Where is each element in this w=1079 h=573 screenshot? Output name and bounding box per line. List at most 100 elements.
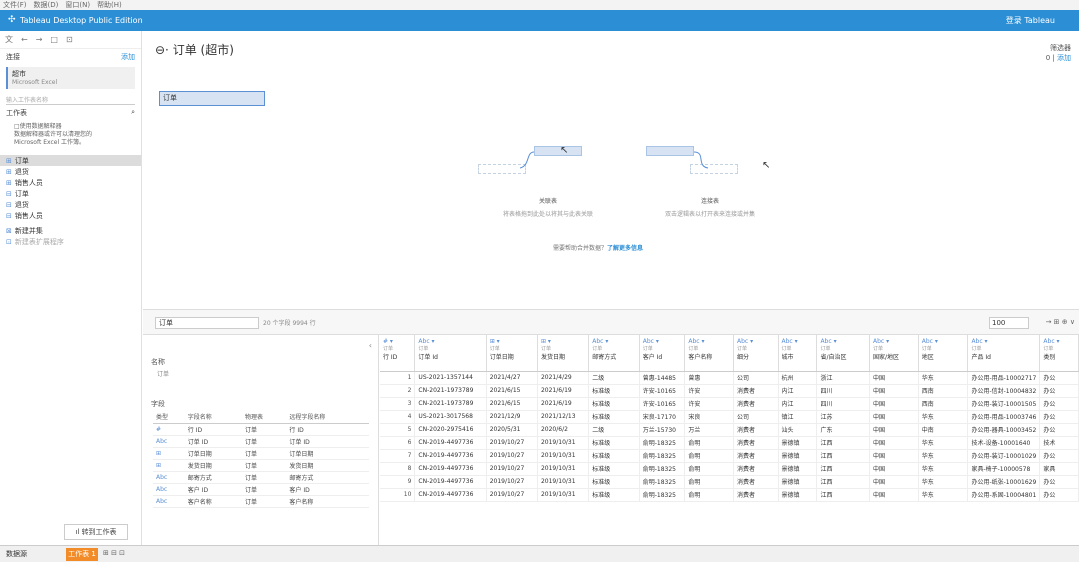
column-type-icon[interactable]: Abc ▾ — [820, 338, 866, 345]
table-select[interactable]: 订单 — [155, 317, 259, 329]
rows-input[interactable]: 100 — [989, 317, 1029, 329]
grid-column-header[interactable]: Abc ▾ 订单 客户 Id — [639, 335, 686, 372]
metadata-pane: ‹ 名称 订单 字段 类型 字段名称 物理表 远程字段名称 # 行 ID 订单行 ID Ab… — [143, 335, 379, 545]
field-cell: 订单日期 — [286, 447, 369, 460]
connection-item[interactable]: 超市 Microsoft Excel — [6, 67, 135, 89]
column-type-icon[interactable]: ⊞ ▾ — [490, 338, 534, 345]
menu-item[interactable]: 帮助(H) — [97, 1, 122, 9]
column-type-icon[interactable]: Abc ▾ — [922, 338, 965, 345]
fields-column-header[interactable]: 字段名称 — [184, 411, 242, 424]
field-row[interactable]: Abc 客户名称 订单 客户名称 — [153, 495, 369, 508]
column-type-icon[interactable]: Abc ▾ — [1043, 338, 1075, 345]
grid-column-header[interactable]: Abc ▾ 订单省/自治区 — [816, 335, 870, 372]
grid-column-header[interactable]: Abc ▾ 订单 城市 — [778, 335, 818, 372]
named-range-people[interactable]: ⊟ 销售人员 — [0, 210, 141, 221]
go-to-worksheet-button[interactable]: ıl 转到工作表 — [64, 524, 128, 540]
sheet-item-orders[interactable]: ⊞ 订单 — [0, 155, 141, 166]
grid-column-header[interactable]: ⊞ ▾ 订单 发货日期 — [537, 335, 590, 372]
field-cell: 邮寄方式 — [286, 471, 369, 484]
grid-column-header[interactable]: Abc ▾ 订单 产品 Id — [967, 335, 1041, 372]
named-range-orders[interactable]: ⊟ 订单 — [0, 188, 141, 199]
fields-column-header[interactable]: 类型 — [153, 411, 185, 424]
data-source-tab[interactable]: 数据源 — [6, 549, 27, 559]
field-type-icon[interactable]: Abc — [153, 483, 185, 496]
grid-column-header[interactable]: Abc ▾ 订单 客户名称 — [684, 335, 734, 372]
field-type-icon[interactable]: ⊞ — [153, 459, 185, 472]
grid-cell: CN-2020-2975416 — [414, 423, 487, 437]
field-row[interactable]: Abc 订单 ID 订单 订单 ID — [153, 435, 369, 448]
field-type-icon[interactable]: Abc — [153, 495, 185, 508]
sheet-item-returns[interactable]: ⊞ 退货 — [0, 166, 141, 177]
grid-column-header[interactable]: Abc ▾ 订单 国家/地区 — [869, 335, 919, 372]
column-type-icon[interactable]: # ▾ — [383, 338, 411, 345]
grid-column-header[interactable]: Abc ▾ 订单 细分 — [733, 335, 779, 372]
grid-cell: 办公 — [1039, 423, 1079, 437]
grid-column-header[interactable]: Abc ▾ 订单 邮寄方式 — [588, 335, 640, 372]
grid-cell: 江苏 — [816, 410, 870, 424]
toolbar-icon[interactable]: → — [36, 35, 43, 44]
grid-column-header[interactable]: Abc ▾ 订单 地区 — [918, 335, 969, 372]
sheet-search-input[interactable]: 输入工作表名称 — [6, 95, 135, 105]
add-connection-button[interactable]: 添加 — [121, 52, 135, 62]
grid-column-header[interactable]: Abc ▾ 订单 类别 — [1039, 335, 1079, 372]
field-row[interactable]: Abc 客户 ID 订单 客户 ID — [153, 483, 369, 496]
toolbar-icon[interactable]: 文 — [5, 35, 13, 44]
field-row[interactable]: ⊞ 订单日期 订单 订单日期 — [153, 447, 369, 460]
sheet-label: 订单 — [14, 190, 29, 198]
column-type-icon[interactable]: ⊞ ▾ — [541, 338, 585, 345]
field-row[interactable]: # 行 ID 订单行 ID — [153, 423, 369, 436]
grid-cell: 俞明-18325 — [639, 462, 686, 476]
field-row[interactable]: ⊞ 发货日期 订单 发货日期 — [153, 459, 369, 472]
grid-cell: 办公用-纸张-10001629 — [967, 475, 1041, 489]
column-name: 省/自治区 — [820, 354, 847, 361]
column-name: 发货日期 — [540, 354, 565, 361]
grid-cell: 办公用-器具-10003452 — [967, 423, 1041, 437]
field-row[interactable]: Abc 邮寄方式 订单 邮寄方式 — [153, 471, 369, 484]
new-union-item[interactable]: ⊠ 新建并集 — [0, 225, 141, 236]
toolbar-icon[interactable]: □ — [50, 35, 58, 44]
column-type-icon[interactable]: Abc ▾ — [592, 338, 636, 345]
data-interpreter-hint[interactable]: □使用数据解释器 数据解释器或许可以清理您的 Microsoft Excel 工… — [0, 121, 141, 149]
add-filter-link[interactable]: 添加 — [1057, 54, 1071, 62]
grid-column-header[interactable]: Abc ▾ 订单 订单 Id — [414, 335, 487, 372]
learn-more-link[interactable]: 了解更多信息 — [607, 245, 643, 252]
menu-item[interactable]: 文件(F) — [3, 1, 27, 9]
column-source: 订单 — [418, 346, 429, 352]
grid-column-header[interactable]: # ▾ 订单行 ID — [380, 335, 416, 372]
filters-label: 筛选器 — [1050, 44, 1071, 52]
menu-item[interactable]: 窗口(N) — [65, 1, 90, 9]
collapse-icon[interactable]: ‹ — [369, 341, 372, 350]
column-type-icon[interactable]: Abc ▾ — [643, 338, 682, 345]
field-type-icon[interactable]: Abc — [153, 471, 185, 484]
grid-view-icons[interactable]: → ⊞ ⊕ ∨ — [1046, 318, 1075, 326]
column-source: 订单 — [781, 346, 792, 352]
column-type-icon[interactable]: Abc ▾ — [418, 338, 482, 345]
column-type-icon[interactable]: Abc ▾ — [737, 338, 775, 345]
column-type-icon[interactable]: Abc ▾ — [688, 338, 730, 345]
fields-column-header[interactable]: 物理表 — [241, 411, 287, 424]
column-source: 订单 — [820, 346, 831, 352]
sheet-tab[interactable]: 工作表 1 — [66, 548, 98, 561]
logical-table-orders[interactable]: 订单 — [159, 91, 265, 106]
new-table-extension-item[interactable]: ⊡ 新建表扩展程序 — [0, 236, 141, 247]
interpreter-checkbox-label[interactable]: □使用数据解释器 — [14, 123, 127, 131]
named-range-returns[interactable]: ⊟ 退货 — [0, 199, 141, 210]
column-type-icon[interactable]: Abc ▾ — [971, 338, 1036, 345]
field-type-icon[interactable]: Abc — [153, 435, 185, 448]
sign-in-link[interactable]: 登录 Tableau — [1006, 10, 1055, 31]
table-row: 3 CN-2021-1973789 2021/6/15 2021/6/19 标准级 许安-… — [380, 397, 1079, 411]
toolbar-icon[interactable]: ← — [21, 35, 28, 44]
new-sheet-icons[interactable]: ⊞ ⊟ ⊡ — [103, 549, 125, 557]
sheets-search-icon[interactable]: ⌕ — [131, 108, 135, 118]
field-type-icon[interactable]: ⊞ — [153, 447, 185, 460]
column-type-icon[interactable]: Abc ▾ — [873, 338, 915, 345]
toolbar-icon[interactable]: ⊡ — [66, 35, 73, 44]
column-type-icon[interactable]: Abc ▾ — [782, 338, 814, 345]
grid-cell: 公司 — [733, 371, 779, 385]
fields-column-header[interactable]: 远程字段名称 — [286, 411, 369, 424]
menu-item[interactable]: 数据(D) — [34, 1, 59, 9]
field-type-icon[interactable]: # — [153, 423, 185, 436]
sheet-item-people[interactable]: ⊞ 销售人员 — [0, 177, 141, 188]
grid-column-header[interactable]: ⊞ ▾ 订单 订单日期 — [486, 335, 538, 372]
grid-cell: 万兰 — [684, 423, 734, 437]
